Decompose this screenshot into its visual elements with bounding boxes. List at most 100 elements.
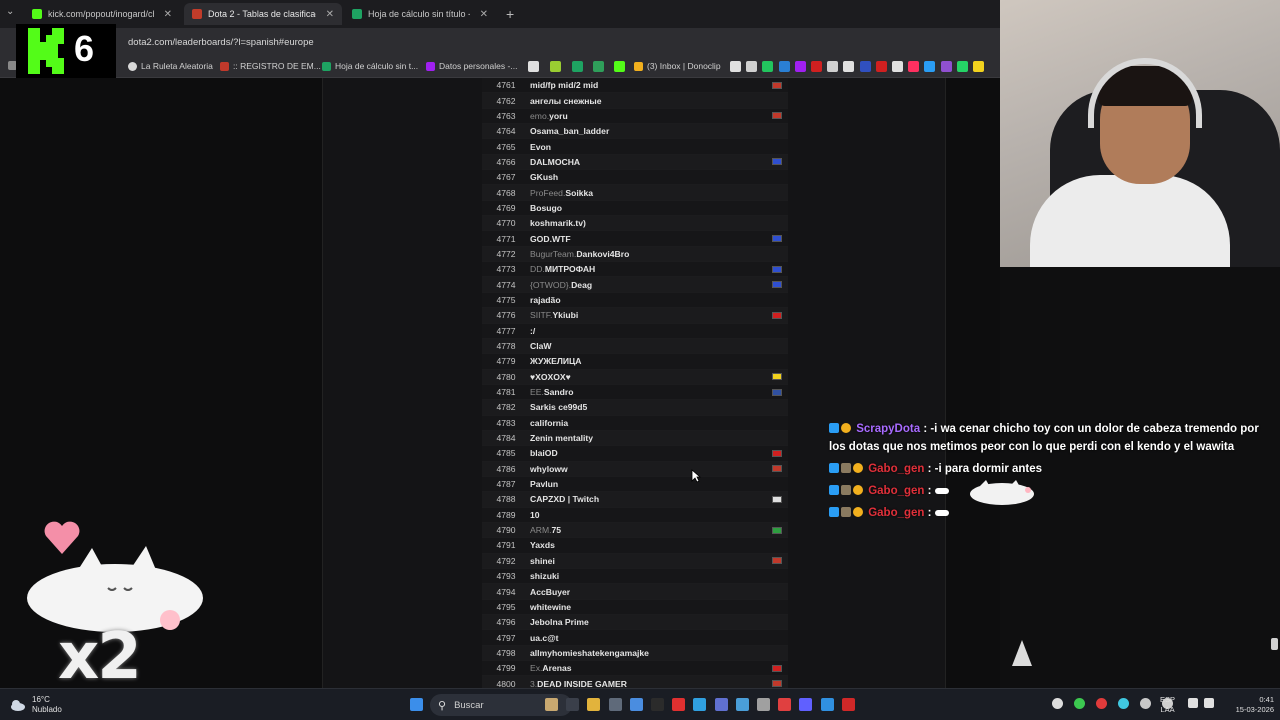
bookmark-shortcut-icon[interactable] bbox=[859, 61, 871, 72]
bookmark-shortcut-icon[interactable] bbox=[762, 61, 774, 72]
chat-username[interactable]: Gabo_gen bbox=[868, 485, 924, 497]
taskbar-app-icon[interactable] bbox=[820, 698, 834, 711]
close-tab-icon[interactable]: ✕ bbox=[164, 9, 172, 20]
bookmark-label: Datos personales -... bbox=[439, 61, 518, 71]
taskbar-app-icon[interactable] bbox=[651, 698, 664, 711]
table-row: 4798 allmyhomieshatekengamajke bbox=[482, 645, 788, 662]
taskbar-app-icon[interactable] bbox=[566, 698, 580, 711]
bookmark-registro[interactable]: :: REGISTRO DE EM... bbox=[220, 61, 321, 71]
team-tag: ProFeed. bbox=[530, 187, 566, 198]
chat-username[interactable]: Gabo_gen bbox=[868, 507, 924, 519]
tray-icon[interactable] bbox=[1118, 698, 1129, 709]
bookmark-shortcut-icon[interactable] bbox=[827, 61, 839, 72]
rank-cell: 4793 bbox=[496, 571, 516, 582]
network-icon[interactable] bbox=[1188, 698, 1198, 708]
volume-icon[interactable] bbox=[1204, 698, 1214, 708]
windows-start-icon[interactable] bbox=[410, 698, 423, 711]
bookmark-shortcut-icon[interactable] bbox=[794, 61, 806, 72]
taskbar-app-icon[interactable] bbox=[672, 698, 686, 711]
rank-cell: 4761 bbox=[496, 80, 516, 91]
tray-icon[interactable] bbox=[1052, 698, 1063, 709]
weather-widget[interactable]: 16°C Nublado bbox=[10, 695, 62, 715]
tray-icon[interactable] bbox=[1074, 698, 1085, 709]
tab-kick-chat[interactable]: kick.com/popout/inogard/chat ✕ bbox=[24, 3, 180, 25]
table-row: 4763 emo.yoru bbox=[482, 108, 788, 125]
bookmark-hoja-calculo[interactable]: Hoja de cálculo sin t... bbox=[322, 61, 418, 71]
bookmark-label: La Ruleta Aleatoria bbox=[141, 61, 213, 71]
taskbar-app-icon[interactable] bbox=[799, 698, 813, 711]
bookmark-donoclip[interactable]: (3) Inbox | Donoclip bbox=[634, 61, 721, 71]
taskbar-app-icon[interactable] bbox=[757, 698, 770, 711]
bookmark-shortcut-icon[interactable] bbox=[614, 61, 625, 72]
url-field[interactable]: dota2.com/leaderboards/?l=spanish#europe bbox=[128, 37, 314, 48]
tray-icon[interactable] bbox=[1096, 698, 1107, 709]
tier-badge-icon bbox=[841, 463, 851, 473]
player-name: Sandro bbox=[543, 387, 574, 398]
bookmark-shortcut-icon[interactable] bbox=[940, 61, 952, 72]
streamer-shirt bbox=[1030, 175, 1230, 267]
taskbar-app-icon[interactable] bbox=[545, 698, 558, 711]
taskbar-app-icon[interactable] bbox=[629, 698, 643, 711]
taskbar-app-icon[interactable] bbox=[714, 698, 728, 711]
bookmark-shortcut-icon[interactable] bbox=[746, 61, 758, 72]
new-tab-plus-icon[interactable]: + bbox=[506, 6, 514, 22]
bookmark-shortcut-icon[interactable] bbox=[593, 61, 604, 72]
taskbar-app-icon[interactable] bbox=[608, 698, 622, 711]
chat-username[interactable]: Gabo_gen bbox=[868, 463, 924, 475]
bookmark-label: :: REGISTRO DE EM... bbox=[233, 61, 321, 71]
tab-google-sheets[interactable]: Hoja de cálculo sin título - Hoja ✕ bbox=[344, 3, 496, 25]
taskbar-app-icon[interactable] bbox=[778, 698, 792, 711]
bookmark-shortcut-icon[interactable] bbox=[778, 61, 790, 72]
player-name: Osama_ban_ladder bbox=[530, 126, 610, 137]
bookmark-datos-personales[interactable]: Datos personales -... bbox=[426, 61, 517, 71]
close-tab-icon[interactable]: ✕ bbox=[326, 9, 334, 20]
player-name-cell: Sarkis ce99d5 bbox=[530, 402, 788, 412]
verified-badge-icon bbox=[829, 507, 839, 517]
player-name: GOD.WTF bbox=[530, 233, 571, 244]
taskbar-app-icon[interactable] bbox=[841, 698, 855, 711]
player-name: DALMOCHA bbox=[530, 156, 581, 167]
bookmark-shortcut-icon[interactable] bbox=[528, 61, 539, 72]
bookmark-shortcut-icon[interactable] bbox=[892, 61, 903, 72]
player-name: allmyhomieshatekengamajke bbox=[530, 647, 649, 658]
player-name: Jebolna Prime bbox=[530, 617, 589, 628]
bookmark-shortcut-icon[interactable] bbox=[973, 61, 984, 72]
chat-username[interactable]: ScrapyDota bbox=[856, 423, 920, 435]
player-name-cell: shinei bbox=[530, 556, 772, 566]
taskbar-app-icon[interactable] bbox=[735, 698, 749, 711]
language-indicator[interactable]: ESP LAA bbox=[1160, 695, 1175, 715]
tab-dota2-leaderboards[interactable]: Dota 2 - Tablas de clasificación ✕ bbox=[184, 3, 342, 25]
tray-icon[interactable] bbox=[1140, 698, 1151, 709]
country-flag-icon bbox=[772, 158, 782, 166]
rank-cell: 4778 bbox=[496, 341, 516, 352]
bookmark-shortcut-icon[interactable] bbox=[908, 61, 920, 72]
clock-date: 15-03-2026 bbox=[1235, 705, 1274, 714]
bookmark-shortcut-icon[interactable] bbox=[875, 61, 887, 72]
player-name: ангелы снежные bbox=[530, 95, 602, 106]
bookmark-shortcut-icon[interactable] bbox=[843, 61, 855, 72]
player-name: shinei bbox=[530, 555, 555, 566]
bookmark-favicon-icon bbox=[322, 61, 331, 71]
bookmark-shortcut-icon[interactable] bbox=[572, 61, 583, 72]
tab-search-chevron-icon[interactable]: ⌄ bbox=[6, 6, 14, 17]
bookmark-ruleta[interactable]: La Ruleta Aleatoria bbox=[128, 61, 213, 71]
taskbar-app-icon[interactable] bbox=[693, 698, 707, 711]
bookmark-shortcut-icon[interactable] bbox=[730, 61, 741, 72]
rank-cell: 4765 bbox=[496, 141, 516, 152]
close-tab-icon[interactable]: ✕ bbox=[480, 9, 488, 20]
bookmark-shortcut-icon[interactable] bbox=[550, 61, 561, 72]
player-name-cell: Yaxds bbox=[530, 540, 788, 550]
weather-temp: 16°C bbox=[32, 695, 50, 704]
taskbar-app-icon[interactable] bbox=[587, 698, 601, 711]
table-row: 4782 Sarkis ce99d5 bbox=[482, 400, 788, 416]
scrollbar-thumb[interactable] bbox=[1271, 638, 1278, 650]
player-name: shizuki bbox=[530, 571, 560, 582]
rank-cell: 4781 bbox=[496, 387, 516, 398]
country-flag-icon bbox=[772, 281, 782, 289]
bookmark-shortcut-icon[interactable] bbox=[956, 61, 968, 72]
sub-badge-icon bbox=[841, 423, 851, 433]
bookmark-shortcut-icon[interactable] bbox=[924, 61, 936, 72]
bookmark-shortcut-icon[interactable] bbox=[811, 61, 822, 72]
clock[interactable]: 0:41 15-03-2026 bbox=[1222, 695, 1274, 715]
country-flag-icon bbox=[772, 449, 782, 457]
